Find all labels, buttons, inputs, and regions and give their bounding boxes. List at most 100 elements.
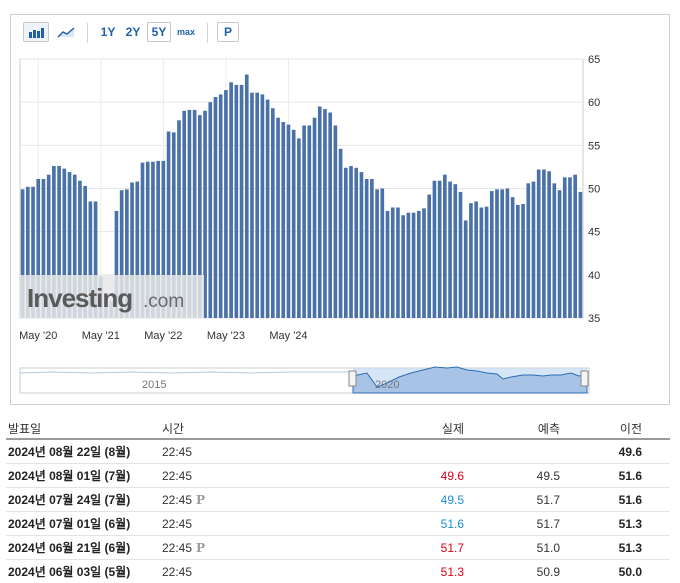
bar[interactable] (208, 102, 213, 318)
bar[interactable] (291, 129, 296, 318)
bar[interactable] (385, 210, 390, 318)
bar[interactable] (448, 181, 452, 318)
preliminary-button[interactable]: P (217, 22, 239, 42)
bar[interactable] (568, 177, 572, 318)
range-max-button[interactable]: max (174, 22, 198, 42)
bar[interactable] (422, 208, 426, 318)
bar[interactable] (521, 204, 525, 318)
range-2y-button[interactable]: 2Y (122, 22, 144, 42)
range-5y-button[interactable]: 5Y (147, 22, 171, 42)
bar[interactable] (505, 188, 510, 319)
preliminary-icon[interactable]: P (196, 541, 205, 555)
bar[interactable] (552, 183, 557, 318)
bar[interactable] (557, 190, 562, 318)
bar[interactable] (401, 215, 405, 318)
row-previous: 51.6 (618, 468, 642, 483)
bar[interactable] (333, 125, 338, 318)
bar[interactable] (343, 167, 348, 318)
bar[interactable] (479, 207, 484, 318)
bar[interactable] (276, 117, 280, 319)
bar[interactable] (349, 166, 353, 318)
bar[interactable] (370, 179, 374, 318)
bar[interactable] (364, 179, 369, 318)
bar[interactable] (500, 189, 505, 318)
range-navigator[interactable]: 2015 2020 (19, 366, 590, 394)
bar[interactable] (469, 203, 473, 318)
row-date: 2024년 06월 21일 (6월) (8, 541, 131, 555)
release-history-table: 발표일 시간 실제 예측 이전 2024년 08월 22일 (8월) 22:45… (6, 418, 670, 583)
bar[interactable] (354, 167, 359, 318)
bar[interactable] (427, 194, 432, 318)
row-time-value: 22:45 (162, 444, 193, 459)
header-previous[interactable]: 이전 (620, 418, 642, 438)
bar[interactable] (416, 210, 421, 318)
navigator-left-handle[interactable] (348, 370, 357, 387)
bar[interactable] (453, 184, 458, 318)
bar[interactable] (213, 96, 218, 319)
bar[interactable] (281, 122, 286, 319)
x-tick-label: May '21 (82, 330, 120, 342)
row-forecast: 51.7 (536, 516, 560, 531)
bar[interactable] (224, 90, 228, 318)
y-tick-label: 40 (588, 270, 600, 282)
bar[interactable] (338, 148, 343, 318)
table-row: 2024년 07월 01일 (6월) 22:45 51.6 51.7 51.3 (6, 512, 670, 536)
header-date[interactable]: 발표일 (8, 418, 41, 438)
bar[interactable] (458, 191, 463, 318)
bar[interactable] (328, 112, 332, 318)
bar[interactable] (474, 201, 478, 318)
bar[interactable] (432, 180, 437, 318)
bar[interactable] (463, 220, 468, 318)
bar[interactable] (375, 189, 379, 318)
bar[interactable] (578, 191, 583, 318)
header-time[interactable]: 시간 (162, 418, 184, 438)
bar[interactable] (286, 124, 291, 318)
bar[interactable] (510, 197, 515, 318)
bar[interactable] (380, 188, 385, 319)
bar[interactable] (218, 94, 223, 319)
bar[interactable] (359, 172, 364, 318)
bar[interactable] (271, 108, 275, 319)
bar[interactable] (239, 84, 244, 319)
bar[interactable] (484, 206, 489, 318)
bar[interactable] (562, 177, 567, 318)
bar[interactable] (307, 125, 312, 318)
preliminary-icon[interactable]: P (196, 493, 205, 507)
bar[interactable] (323, 109, 327, 318)
bar[interactable] (489, 191, 494, 318)
bar[interactable] (536, 169, 541, 318)
bar[interactable] (302, 125, 306, 318)
bar[interactable] (312, 117, 317, 319)
bar[interactable] (526, 183, 531, 318)
bar[interactable] (244, 74, 249, 318)
row-actual: 49.6 (440, 468, 464, 483)
navigator-right-handle[interactable] (580, 370, 589, 387)
bar[interactable] (265, 99, 270, 318)
bar[interactable] (396, 207, 400, 318)
bar[interactable] (255, 92, 260, 318)
bar[interactable] (297, 138, 301, 318)
bar[interactable] (542, 169, 546, 318)
bar[interactable] (406, 212, 411, 318)
line-chart-button[interactable] (55, 22, 77, 42)
table-row: 2024년 08월 22일 (8월) 22:45 49.6 (6, 440, 670, 464)
bar[interactable] (531, 181, 536, 318)
bar[interactable] (547, 171, 551, 318)
range-1y-button[interactable]: 1Y (97, 22, 119, 42)
bar[interactable] (234, 84, 239, 319)
bar[interactable] (516, 204, 520, 318)
bar[interactable] (443, 174, 447, 318)
header-forecast[interactable]: 예측 (538, 418, 560, 438)
bar-chart-button[interactable] (23, 22, 49, 42)
bar[interactable] (411, 212, 416, 318)
bar[interactable] (317, 106, 322, 318)
bar[interactable] (573, 174, 578, 318)
bar[interactable] (250, 92, 254, 318)
bar[interactable] (495, 189, 499, 318)
bar[interactable] (437, 180, 442, 318)
chart-toolbar: 1Y 2Y 5Y max P (11, 15, 669, 49)
bar[interactable] (390, 207, 395, 318)
bar[interactable] (260, 94, 265, 319)
bar[interactable] (229, 82, 233, 318)
header-actual[interactable]: 실제 (442, 418, 464, 438)
